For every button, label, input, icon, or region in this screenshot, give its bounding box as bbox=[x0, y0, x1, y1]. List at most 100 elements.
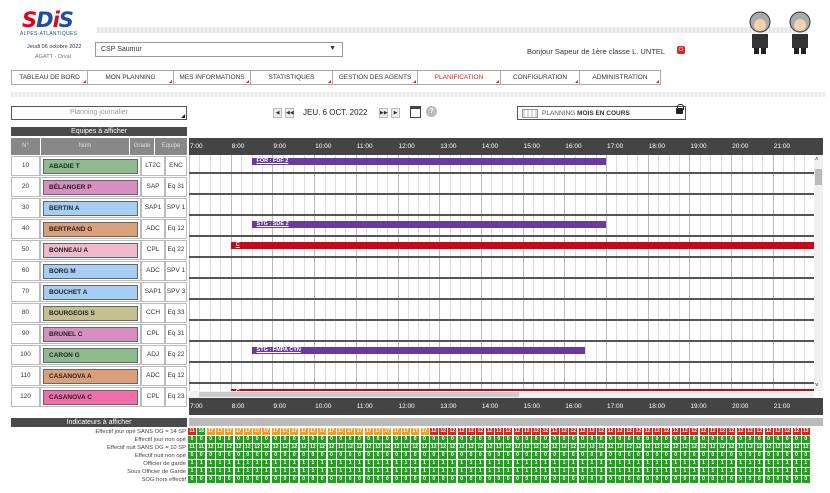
menu-administration[interactable]: ADMINISTRATION bbox=[579, 70, 661, 85]
indicator-cell: 0 bbox=[225, 436, 234, 443]
indicator-cell: 0 bbox=[448, 452, 457, 459]
row-name-cell[interactable]: BRUNEL C bbox=[40, 324, 141, 344]
logout-icon[interactable]: ⏻ bbox=[677, 46, 685, 54]
indicator-cell: 1 bbox=[634, 468, 643, 475]
indicator-cell: 0 bbox=[271, 436, 280, 443]
planning-event-bar[interactable]: STG : FMPA CYN bbox=[251, 347, 586, 354]
indicator-cell: 1 bbox=[494, 460, 503, 467]
indicator-cell: 12 bbox=[615, 444, 624, 451]
menu-planification[interactable]: PLANIFICATION bbox=[417, 70, 500, 85]
indicator-cell: 0 bbox=[727, 436, 736, 443]
menu-gestion-des-agents[interactable]: GESTION DES AGENTS bbox=[332, 70, 417, 85]
table-row[interactable]: 120 CASANOVA C CPL Eq 23 bbox=[11, 387, 187, 408]
grid-line bbox=[512, 155, 514, 391]
hour-label: 12:00 bbox=[398, 143, 415, 150]
planning-type-select[interactable]: Planning journalier bbox=[11, 106, 187, 120]
prev-icon[interactable]: ◀ bbox=[273, 108, 282, 118]
grid-line bbox=[407, 155, 409, 391]
planning-event-bar[interactable]: STG : SDE 2 bbox=[251, 221, 606, 228]
table-row[interactable]: 60 BORG M ADC SPV 1 bbox=[11, 261, 187, 282]
table-row[interactable]: 80 BOURGEOIS S CCH Eq 33 bbox=[11, 303, 187, 324]
agent-name: BOUCHET A bbox=[43, 285, 138, 300]
menu-mon-planning[interactable]: MON PLANNING bbox=[87, 70, 173, 85]
row-name-cell[interactable]: BOURGEOIS S bbox=[40, 303, 141, 323]
table-row[interactable]: 30 BERTIN A SAP1 SPV 1 bbox=[11, 198, 187, 219]
indicator-cell: 0 bbox=[504, 436, 513, 443]
sdis-logo[interactable]: SDiS bbox=[22, 8, 74, 32]
indicator-cell: 0 bbox=[234, 476, 243, 483]
indicators-scroll-track[interactable] bbox=[189, 418, 823, 426]
next-icon[interactable]: ▶ bbox=[391, 108, 400, 118]
menu-statistiques[interactable]: STATISTIQUES bbox=[250, 70, 332, 85]
row-name-cell[interactable]: CASANOVA C bbox=[40, 387, 141, 407]
table-row[interactable]: 70 BOUCHET A SAP1 SPV 3 bbox=[11, 282, 187, 303]
hour-label: 13:00 bbox=[440, 143, 457, 150]
indicator-cell: 0 bbox=[578, 476, 587, 483]
centre-select[interactable]: CSP Saumur ▼ bbox=[95, 42, 343, 57]
row-name-cell[interactable]: BERTIN A bbox=[40, 198, 141, 218]
indicator-cell: 1 bbox=[643, 468, 652, 475]
last-icon[interactable]: ▶▶ bbox=[379, 108, 388, 118]
row-name-cell[interactable]: BORG M bbox=[40, 261, 141, 281]
indicator-cell: 17 bbox=[336, 428, 345, 435]
scroll-up-icon[interactable]: ˄ bbox=[815, 157, 819, 163]
table-row[interactable]: 10 ABADIE T LT2C ENC bbox=[11, 156, 187, 177]
indicator-cell: 12 bbox=[653, 428, 661, 435]
table-row[interactable]: 110 CASANOVA A ADC Eq 12 bbox=[11, 366, 187, 387]
indicator-cell: 0 bbox=[364, 436, 373, 443]
indicator-cell: 0 bbox=[653, 452, 661, 459]
table-row[interactable]: 100 CARON G ADJ Eq 22 bbox=[11, 345, 187, 366]
hour-label: 14:00 bbox=[481, 403, 499, 410]
unlock-icon[interactable] bbox=[676, 104, 684, 114]
menu-tableau-de-bord[interactable]: TABLEAU DE BORD bbox=[11, 70, 87, 85]
teams-section-title[interactable]: Equipes à afficher bbox=[11, 127, 187, 136]
table-row[interactable]: 90 BRUNEL C CPL Eq 31 bbox=[11, 324, 187, 345]
row-name-cell[interactable]: BOUCHET A bbox=[40, 282, 141, 302]
indicator-cell: 12 bbox=[560, 428, 568, 435]
indicators-section-title[interactable]: Indicateurs à afficher bbox=[11, 418, 187, 427]
indicator-cell: 0 bbox=[597, 476, 606, 483]
grid-line bbox=[470, 155, 472, 391]
indicator-cell: 0 bbox=[215, 452, 224, 459]
col-header-equipe: Equipe bbox=[155, 138, 187, 155]
indicator-cell: 1 bbox=[420, 468, 429, 475]
indicator-cell: 1 bbox=[718, 468, 727, 475]
row-name-cell[interactable]: ABADIE T bbox=[40, 156, 141, 176]
indicator-cell: 11 bbox=[188, 444, 196, 451]
row-name-cell[interactable]: CASANOVA A bbox=[40, 366, 141, 386]
hour-label: 15:00 bbox=[523, 143, 540, 150]
first-icon[interactable]: ◀◀ bbox=[285, 108, 294, 118]
help-icon[interactable]: ? bbox=[426, 106, 437, 117]
indicator-cell: 0 bbox=[290, 436, 299, 443]
row-equipe: ENC bbox=[165, 156, 187, 176]
indicator-cell: 0 bbox=[532, 452, 541, 459]
calendar-icon[interactable] bbox=[410, 106, 421, 118]
row-name-cell[interactable]: CARON G bbox=[40, 345, 141, 365]
vertical-scrollbar[interactable]: ˄ ˅ bbox=[814, 155, 823, 391]
row-equipe: Eq 33 bbox=[165, 303, 187, 323]
row-equipe: SPV 1 bbox=[165, 198, 187, 218]
table-row[interactable]: 20 BÉLANGER P SAP Eq 31 bbox=[11, 177, 187, 198]
table-row[interactable]: 50 BONNEAU A CPL Eq 22 bbox=[11, 240, 187, 261]
planning-event-bar[interactable]: FOR : FDF 2 bbox=[251, 158, 606, 165]
indicator-cell: 1 bbox=[383, 468, 392, 475]
indicator-cell: 0 bbox=[560, 452, 568, 459]
indicator-cell: 0 bbox=[708, 436, 717, 443]
table-row[interactable]: 40 BERTRAND G ADC Eq 12 bbox=[11, 219, 187, 240]
row-name-cell[interactable]: BÉLANGER P bbox=[40, 177, 141, 197]
indicator-cell: 0 bbox=[485, 476, 494, 483]
indicator-cell: 12 bbox=[597, 428, 606, 435]
indicator-cell: 0 bbox=[783, 476, 792, 483]
menu-mes-informations[interactable]: MES INFORMATIONS bbox=[173, 70, 250, 85]
planning-grid[interactable]: FOR : FDF 2STG : SDE 2CSTG : FMPA CYNC bbox=[189, 155, 814, 391]
scroll-down-icon[interactable]: ˅ bbox=[815, 383, 819, 389]
menu-configuration[interactable]: CONFIGURATION bbox=[500, 70, 579, 85]
planning-period-box[interactable]: PLANNING MOIS EN COURS bbox=[517, 106, 686, 120]
horizontal-scrollbar[interactable] bbox=[189, 391, 814, 398]
row-name-cell[interactable]: BERTRAND G bbox=[40, 219, 141, 239]
indicator-cell: 1 bbox=[746, 468, 754, 475]
row-name-cell[interactable]: BONNEAU A bbox=[40, 240, 141, 260]
indicator-cell: 0 bbox=[690, 452, 699, 459]
hour-label: 17:00 bbox=[607, 403, 624, 410]
planning-event-bar[interactable]: C bbox=[230, 242, 814, 249]
